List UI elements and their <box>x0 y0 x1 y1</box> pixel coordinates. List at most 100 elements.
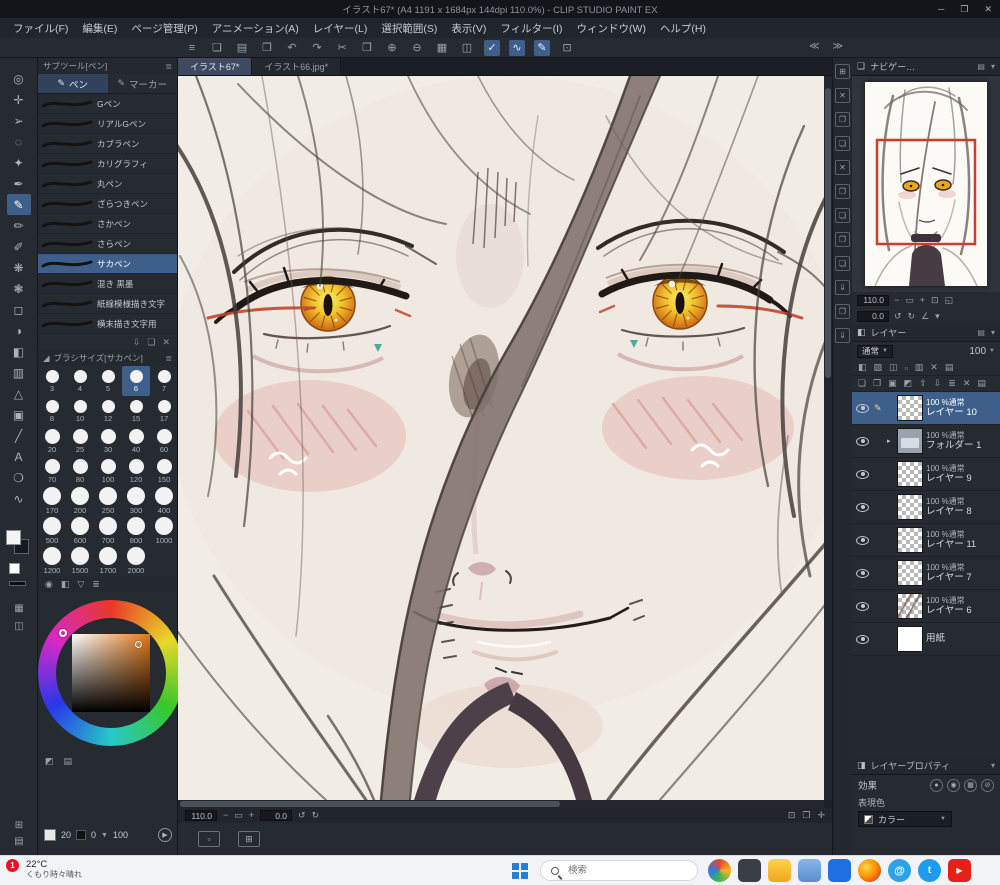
menu-item[interactable]: 編集(E) <box>75 21 124 36</box>
menu-item[interactable]: フィルター(I) <box>493 21 569 36</box>
brush-size-option[interactable]: 7 <box>150 366 178 396</box>
palette-dock-icon[interactable]: ❏ <box>835 136 850 151</box>
layer-thumbnail[interactable] <box>897 395 923 421</box>
menu-item[interactable]: 表示(V) <box>444 21 493 36</box>
grid-icon[interactable]: ▦ <box>0 603 38 614</box>
tool-button[interactable]: ✐ <box>7 236 31 257</box>
tool-button[interactable]: ◎ <box>7 68 31 89</box>
brush-size-option[interactable]: 70 <box>38 456 66 486</box>
brush-size-option[interactable]: 5 <box>94 366 122 396</box>
command-icon[interactable]: ⊕ <box>384 40 400 56</box>
command-icon[interactable]: ▦ <box>434 40 450 56</box>
command-icon[interactable]: ▤ <box>234 40 250 56</box>
layer-action-icon[interactable]: ⇧ <box>919 378 927 389</box>
brush-item[interactable]: カブラペン <box>38 134 177 154</box>
tool-button[interactable]: ➢ <box>7 110 31 131</box>
tool-button[interactable]: ❃ <box>7 278 31 299</box>
horizontal-scrollbar-thumb[interactable] <box>180 801 560 807</box>
brush-item[interactable]: さらペン <box>38 234 177 254</box>
color-chip-dark[interactable] <box>76 830 87 840</box>
expression-color-select[interactable]: カラー ▼ <box>858 811 952 827</box>
effect-toggle-icon[interactable]: ◉ <box>947 778 960 792</box>
weather-widget[interactable]: 22°C くもり時々晴れ <box>26 859 82 880</box>
rotate-control-icon[interactable]: ↻ <box>312 810 320 821</box>
hue-marker[interactable] <box>59 629 67 637</box>
layer-action-icon[interactable]: ≣ <box>948 378 956 389</box>
close-button[interactable]: ✕ <box>984 4 992 15</box>
brush-list-action-icon[interactable]: ❏ <box>147 337 155 348</box>
brush-size-option[interactable]: 10 <box>66 396 94 426</box>
layer-row[interactable]: ✎ ▸ 100 %通常 フォルダー 1 <box>852 425 1000 458</box>
layer-visibility-eye-icon[interactable] <box>856 634 869 644</box>
color-panel-option-icon[interactable]: ▤ <box>64 756 73 767</box>
tool-button[interactable]: ╱ <box>7 425 31 446</box>
brush-size-option[interactable]: 700 <box>94 516 122 546</box>
layer-mask-icon[interactable]: ▫ <box>905 363 908 373</box>
rotate-control-icon[interactable]: ↺ <box>298 810 306 821</box>
brush-item[interactable]: リアルGペン <box>38 114 177 134</box>
transparent-color-swatch[interactable] <box>9 563 20 574</box>
brush-size-option[interactable]: 60 <box>150 426 178 456</box>
navigator-rotate-icon[interactable]: ↻ <box>908 311 916 322</box>
maximize-button[interactable]: ❐ <box>960 4 968 15</box>
navigator-rotate-icon[interactable]: ↺ <box>894 311 902 322</box>
navigator-rotate-icon[interactable]: ▾ <box>935 311 940 322</box>
command-icon[interactable]: ◫ <box>459 40 475 56</box>
brush-size-option[interactable]: 170 <box>38 486 66 516</box>
canvas-artwork[interactable] <box>178 76 832 800</box>
layer-action-icon[interactable]: ▣ <box>888 378 897 389</box>
tool-button[interactable]: ◑ <box>7 320 31 341</box>
brush-size-option[interactable]: 40 <box>122 426 150 456</box>
layer-thumbnail[interactable] <box>897 626 923 652</box>
brush-size-option[interactable]: 500 <box>38 516 66 546</box>
launcher-icon[interactable]: ▫ <box>198 831 220 847</box>
brush-item[interactable]: 丸ペン <box>38 174 177 194</box>
horizontal-scrollbar[interactable] <box>178 800 824 808</box>
layer-action-icon[interactable]: ✕ <box>963 378 971 389</box>
brush-item[interactable]: サカペン <box>38 254 177 274</box>
collapse-icon[interactable]: ▾ <box>991 328 995 337</box>
command-icon[interactable]: ⊖ <box>409 40 425 56</box>
panel-menu-icon[interactable]: ≣ <box>165 62 172 71</box>
layer-mask-icon[interactable]: ▥ <box>915 362 924 373</box>
saturation-value-marker[interactable] <box>135 641 142 648</box>
taskbar-app-colorful-icon[interactable] <box>708 859 731 882</box>
main-color-swatch[interactable] <box>6 530 21 545</box>
menu-item[interactable]: 選択範囲(S) <box>374 21 444 36</box>
collapse-icon[interactable]: ▾ <box>991 761 995 770</box>
dropdown-caret-icon[interactable]: ▼ <box>101 832 108 839</box>
tool-button[interactable]: ✛ <box>7 89 31 110</box>
menu-item[interactable]: ウィンドウ(W) <box>570 21 653 36</box>
palette-dock-icon[interactable]: ✕ <box>835 160 850 175</box>
vertical-scrollbar-thumb[interactable] <box>825 88 831 378</box>
layer-action-icon[interactable]: ⇩ <box>934 378 942 389</box>
tool-button[interactable]: ✦ <box>7 152 31 173</box>
layer-thumbnail[interactable] <box>897 593 923 619</box>
palette-dock-icon[interactable]: ✕ <box>835 88 850 103</box>
brush-size-option[interactable]: 250 <box>94 486 122 516</box>
navigator-rotate-icon[interactable]: ∠ <box>921 311 929 322</box>
effect-toggle-icon[interactable]: ▦ <box>964 778 977 792</box>
palette-dock-icon[interactable]: ⇓ <box>835 328 850 343</box>
panel-toggle-icon[interactable]: ◫ <box>0 621 38 632</box>
brush-item[interactable]: カリグラフィ <box>38 154 177 174</box>
toolbar-overflow-arrows[interactable]: ≪ ≫ <box>809 41 848 52</box>
command-icon[interactable]: ≡ <box>184 40 200 56</box>
tool-button[interactable]: ✒ <box>7 173 31 194</box>
taskbar-app-file-explorer-icon[interactable] <box>768 859 791 882</box>
layer-visibility-eye-icon[interactable] <box>856 601 869 611</box>
panel-menu-icon[interactable]: ▤ <box>977 62 985 71</box>
layer-action-icon[interactable]: ❏ <box>858 378 866 389</box>
layer-action-icon[interactable]: ▤ <box>977 378 986 389</box>
document-tab[interactable]: イラスト66.jpg* <box>252 58 342 75</box>
tool-button[interactable]: ▣ <box>7 404 31 425</box>
color-panel-tab-icon[interactable]: ◧ <box>61 579 70 590</box>
layer-row[interactable]: ✎ ▸ 100 %通常 レイヤー 6 <box>852 590 1000 623</box>
layer-action-icon[interactable]: ❐ <box>873 378 881 389</box>
zoom-control-icon[interactable]: ▭ <box>234 810 243 821</box>
view-control-icon[interactable]: ❐ <box>802 810 810 821</box>
brush-size-option[interactable]: 600 <box>66 516 94 546</box>
palette-dock-icon[interactable]: ❐ <box>835 304 850 319</box>
brush-item[interactable]: 混き 黒墨 <box>38 274 177 294</box>
navigator-zoom-value[interactable]: 110.0 <box>857 294 889 306</box>
